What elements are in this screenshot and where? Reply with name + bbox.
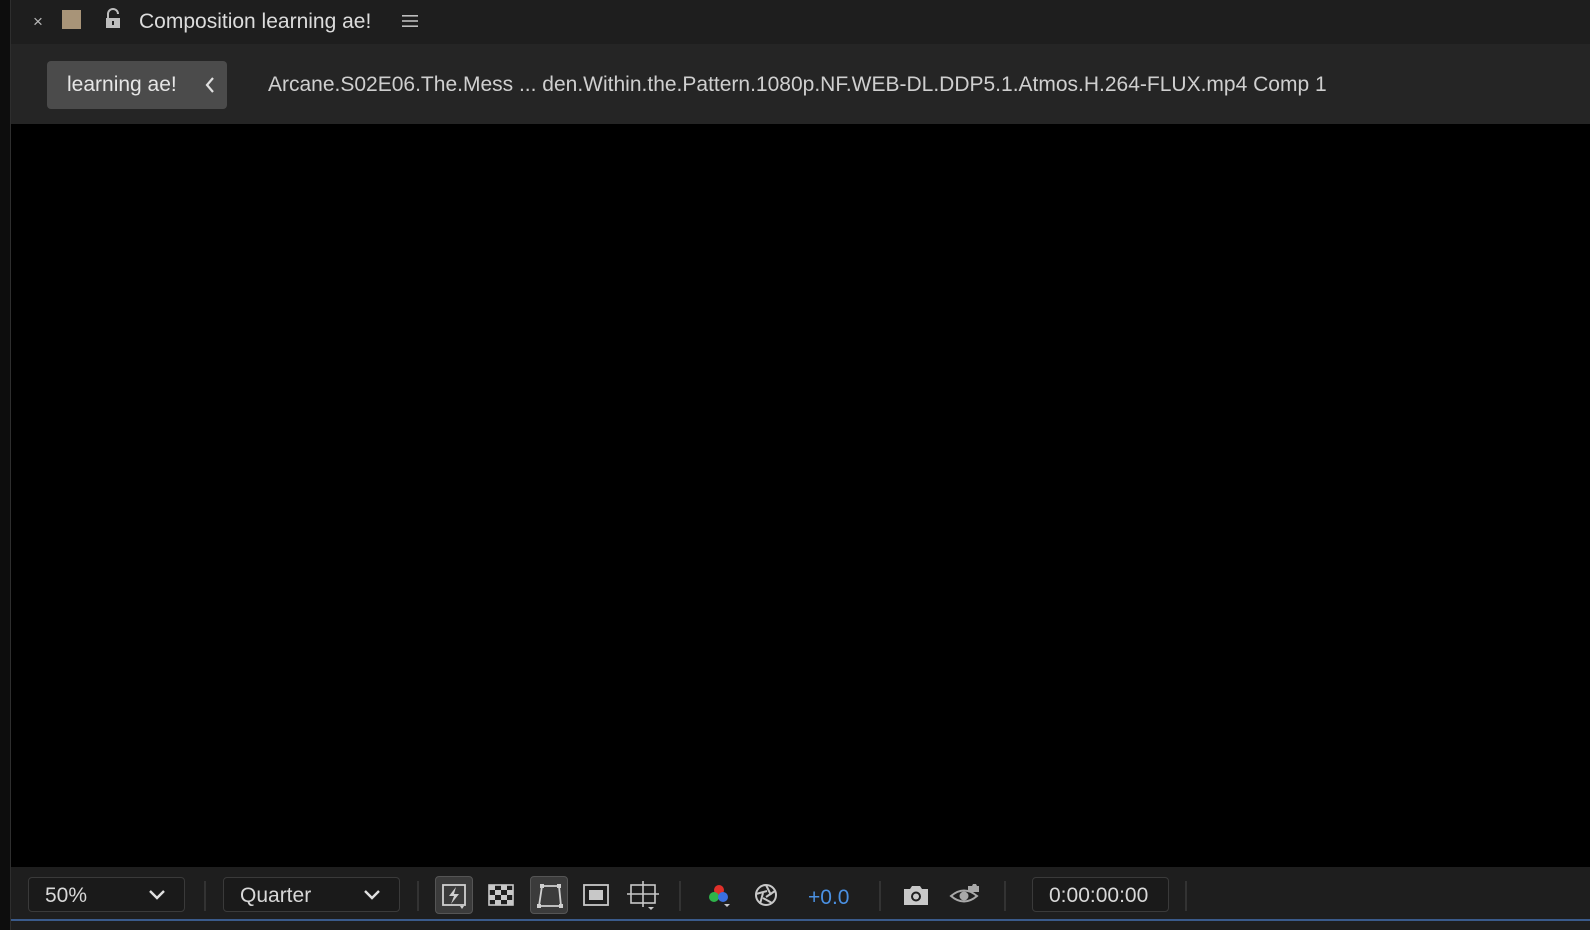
magnification-value: 50% (45, 884, 88, 907)
region-of-interest-icon (583, 884, 609, 906)
composition-navigator: learning ae! Arcane.S02E06.The.Mess ... … (11, 44, 1590, 124)
toolbar-divider (417, 881, 419, 911)
exposure-value[interactable]: +0.0 (808, 886, 849, 910)
lock-icon[interactable] (103, 8, 123, 30)
resolution-value: Quarter (240, 884, 312, 907)
panel-focus-border (11, 919, 1590, 921)
snapshot-button[interactable] (897, 876, 935, 914)
toolbar-divider (1185, 881, 1187, 911)
resolution-dropdown[interactable]: Quarter (223, 877, 400, 912)
reset-exposure-button[interactable] (747, 876, 785, 914)
toolbar-divider (679, 881, 681, 911)
reset-exposure-icon (755, 884, 777, 906)
breadcrumb-current-label: learning ae! (67, 73, 177, 96)
show-snapshot-icon (949, 884, 979, 903)
fast-previews-button[interactable] (435, 876, 473, 914)
breadcrumb-current-comp[interactable]: learning ae! (47, 61, 227, 109)
transparency-grid-icon (488, 884, 514, 906)
fast-previews-icon (442, 884, 466, 909)
snapshot-icon (904, 886, 928, 905)
mask-path-visibility-button[interactable] (530, 876, 568, 914)
composition-color-swatch[interactable] (62, 10, 81, 29)
timecode-value: 0:00:00:00 (1049, 884, 1149, 907)
mask-path-visibility-icon (537, 884, 563, 908)
toolbar-divider (204, 881, 206, 911)
show-snapshot-button[interactable] (945, 876, 983, 914)
chevron-down-icon (149, 890, 165, 900)
toolbar-divider (1004, 881, 1006, 911)
viewer-toolbar: 50% Quarter +0.0 0:00:00:00 (11, 867, 1590, 922)
transparency-grid-button[interactable] (482, 876, 520, 914)
show-channel-button[interactable] (700, 876, 738, 914)
grid-guides-icon (627, 881, 659, 910)
current-time-field[interactable]: 0:00:00:00 (1032, 877, 1169, 912)
panel-menu-icon[interactable] (401, 12, 419, 30)
chevron-down-icon (364, 890, 380, 900)
breadcrumb-path[interactable]: Arcane.S02E06.The.Mess ... den.Within.th… (268, 73, 1327, 97)
magnification-dropdown[interactable]: 50% (28, 877, 185, 912)
toolbar-divider (879, 881, 881, 911)
close-icon[interactable]: × (31, 12, 45, 32)
show-channel-icon (709, 885, 730, 907)
panel-title: Composition learning ae! (139, 10, 372, 33)
composition-panel: × Composition learning ae! learning ae! … (10, 0, 1590, 930)
composition-viewer[interactable] (11, 124, 1590, 867)
grid-guides-button[interactable] (624, 876, 662, 914)
chevron-left-icon[interactable] (203, 75, 217, 95)
panel-tab-bar: × Composition learning ae! (11, 0, 1590, 44)
region-of-interest-button[interactable] (577, 876, 615, 914)
